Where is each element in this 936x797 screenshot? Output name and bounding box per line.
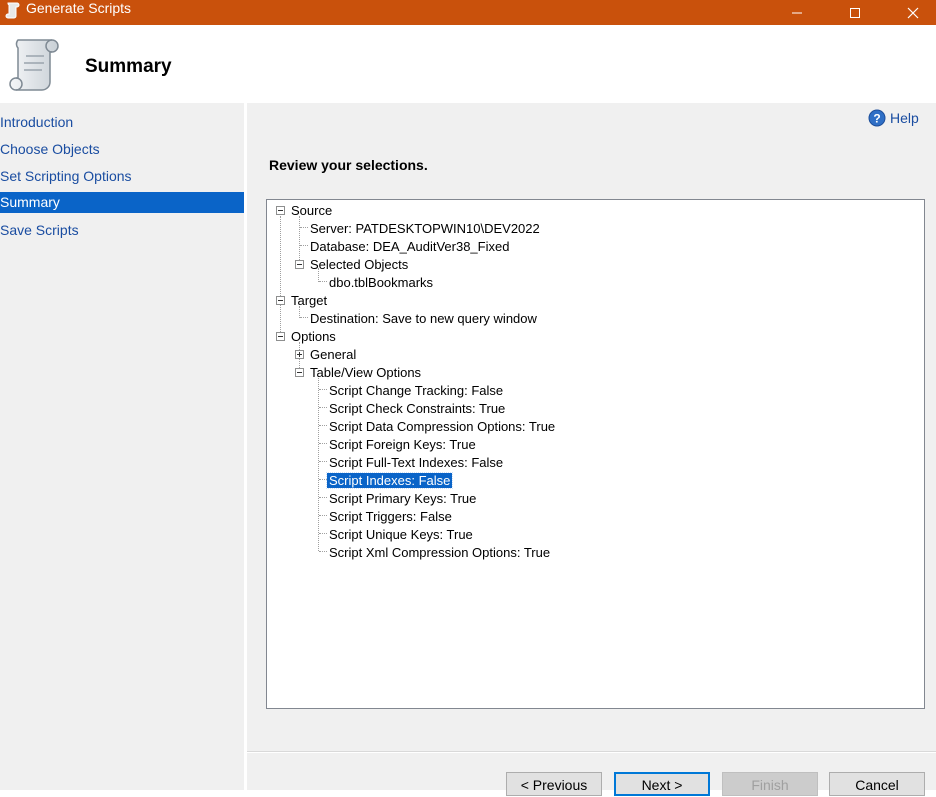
tree-node-label: Selected Objects bbox=[310, 257, 409, 272]
tree-line bbox=[300, 227, 308, 228]
page-title: Summary bbox=[85, 56, 172, 77]
cancel-button[interactable]: Cancel bbox=[829, 772, 925, 796]
tree-node-label: General bbox=[310, 347, 357, 362]
tree-node-label: Script Foreign Keys: True bbox=[329, 437, 476, 452]
tree-node-database[interactable]: Database: DEA_AuditVer38_Fixed bbox=[308, 238, 511, 256]
close-button[interactable] bbox=[890, 0, 936, 25]
scroll-icon bbox=[9, 39, 59, 91]
tree-node-table-view-options[interactable]: Table/View Options bbox=[308, 364, 423, 382]
collapse-icon[interactable] bbox=[276, 206, 285, 215]
tree-node-option[interactable]: Script Full-Text Indexes: False bbox=[327, 454, 505, 472]
collapse-icon[interactable] bbox=[276, 296, 285, 305]
tree-node-label: Source bbox=[291, 203, 333, 218]
tree-node-label: Server: PATDESKTOPWIN10\DEV2022 bbox=[310, 221, 540, 236]
minimize-icon bbox=[792, 12, 802, 13]
tree-line bbox=[318, 376, 319, 551]
tree-node-options[interactable]: Options bbox=[289, 328, 338, 346]
tree-line bbox=[319, 407, 327, 408]
tree-node-option[interactable]: Script Xml Compression Options: True bbox=[327, 544, 552, 562]
tree-node-destination[interactable]: Destination: Save to new query window bbox=[308, 310, 539, 328]
tree-node-server[interactable]: Server: PATDESKTOPWIN10\DEV2022 bbox=[308, 220, 542, 238]
collapse-icon[interactable] bbox=[295, 368, 304, 377]
summary-tree[interactable]: Source Server: PATDESKTOPWIN10\DEV2022 D… bbox=[266, 199, 925, 709]
tree-node-option[interactable]: Script Change Tracking: False bbox=[327, 382, 505, 400]
tree-node-option[interactable]: Script Triggers: False bbox=[327, 508, 454, 526]
nav-item-set-scripting-options[interactable]: Set Scripting Options bbox=[0, 166, 244, 187]
tree-line bbox=[319, 425, 327, 426]
tree-line bbox=[300, 317, 308, 318]
close-icon bbox=[907, 7, 919, 18]
tree-line bbox=[319, 443, 327, 444]
previous-button[interactable]: < Previous bbox=[506, 772, 602, 796]
finish-button[interactable]: Finish bbox=[722, 772, 818, 796]
tree-node-option[interactable]: Script Primary Keys: True bbox=[327, 490, 478, 508]
tree-node-target[interactable]: Target bbox=[289, 292, 329, 310]
help-link[interactable]: ? Help bbox=[868, 109, 919, 127]
tree-node-label: Script Primary Keys: True bbox=[329, 491, 477, 506]
window-title: Generate Scripts bbox=[26, 0, 132, 16]
nav-item-choose-objects[interactable]: Choose Objects bbox=[0, 139, 244, 160]
expand-icon[interactable] bbox=[295, 350, 304, 359]
nav-item-save-scripts[interactable]: Save Scripts bbox=[0, 220, 244, 241]
tree-line bbox=[299, 216, 300, 260]
tree-node-label: Target bbox=[291, 293, 328, 308]
tree-node-label: Script Change Tracking: False bbox=[329, 383, 504, 398]
tree-line bbox=[280, 216, 281, 332]
help-label: Help bbox=[890, 110, 919, 126]
nav-item-introduction[interactable]: Introduction bbox=[0, 112, 244, 133]
tree-node-label: Script Unique Keys: True bbox=[329, 527, 473, 542]
tree-node-label: Destination: Save to new query window bbox=[310, 311, 537, 326]
collapse-icon[interactable] bbox=[295, 260, 304, 269]
svg-text:?: ? bbox=[873, 112, 880, 126]
review-heading: Review your selections. bbox=[269, 157, 428, 173]
tree-node-source[interactable]: Source bbox=[289, 202, 334, 220]
tree-node-label: Script Xml Compression Options: True bbox=[329, 545, 551, 560]
tree-node-label: Options bbox=[291, 329, 336, 344]
tree-node-label: Script Triggers: False bbox=[329, 509, 452, 524]
tree-line bbox=[319, 533, 327, 534]
tree-node-option[interactable]: Script Check Constraints: True bbox=[327, 400, 507, 418]
tree-line bbox=[319, 515, 327, 516]
tree-node-label: Script Indexes: False bbox=[325, 472, 454, 489]
scroll-icon bbox=[5, 2, 20, 19]
footer-divider bbox=[247, 752, 936, 753]
tree-line bbox=[319, 551, 327, 552]
tree-node-label: Script Full-Text Indexes: False bbox=[329, 455, 504, 470]
next-button[interactable]: Next > bbox=[614, 772, 710, 796]
maximize-icon bbox=[850, 7, 860, 18]
tree-node-selected-objects[interactable]: Selected Objects bbox=[308, 256, 410, 274]
nav-item-summary[interactable]: Summary bbox=[0, 192, 244, 213]
wizard-header: Summary bbox=[0, 25, 936, 103]
minimize-button[interactable] bbox=[774, 0, 820, 25]
maximize-button[interactable] bbox=[832, 0, 878, 25]
main-panel: ? Help Review your selections. Source Se… bbox=[247, 103, 936, 796]
tree-node-option[interactable]: Script Foreign Keys: True bbox=[327, 436, 478, 454]
tree-node-option[interactable]: Script Unique Keys: True bbox=[327, 526, 475, 544]
tree-line bbox=[319, 479, 327, 480]
tree-node-option[interactable]: Script Data Compression Options: True bbox=[327, 418, 557, 436]
tree-node-label: dbo.tblBookmarks bbox=[329, 275, 434, 290]
tree-line bbox=[319, 461, 327, 462]
tree-node-object[interactable]: dbo.tblBookmarks bbox=[327, 274, 435, 292]
title-bar: Generate Scripts bbox=[0, 0, 936, 25]
tree-node-label: Database: DEA_AuditVer38_Fixed bbox=[310, 239, 510, 254]
tree-node-label: Script Check Constraints: True bbox=[329, 401, 506, 416]
collapse-icon[interactable] bbox=[276, 332, 285, 341]
tree-line bbox=[319, 281, 327, 282]
tree-node-option-selected[interactable]: Script Indexes: False bbox=[325, 472, 454, 490]
help-icon: ? bbox=[868, 109, 886, 127]
wizard-nav: Introduction Choose Objects Set Scriptin… bbox=[0, 103, 244, 790]
tree-node-label: Script Data Compression Options: True bbox=[329, 419, 556, 434]
tree-node-label: Table/View Options bbox=[310, 365, 422, 380]
tree-line bbox=[319, 497, 327, 498]
tree-line bbox=[319, 389, 327, 390]
tree-node-general[interactable]: General bbox=[308, 346, 358, 364]
tree-line bbox=[300, 245, 308, 246]
